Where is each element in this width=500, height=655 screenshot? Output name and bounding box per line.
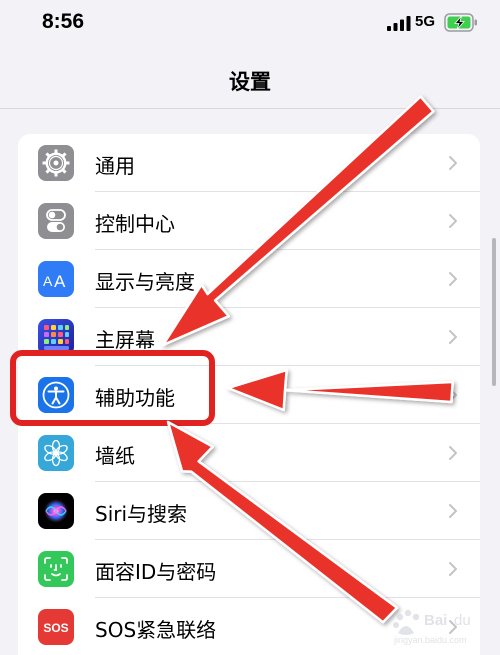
- toggle-icon: [38, 203, 74, 239]
- siri-icon: [38, 493, 74, 529]
- settings-row-wallpaper[interactable]: 墙纸: [18, 424, 480, 482]
- chevron-right-icon: [449, 156, 457, 170]
- settings-row-label: 主屏幕: [95, 328, 155, 352]
- cellular-signal-icon: [387, 16, 411, 31]
- status-bar: 8:56 5G: [0, 0, 500, 50]
- highlight-box: [10, 350, 215, 426]
- chevron-right-icon: [449, 272, 457, 286]
- chevron-right-icon: [449, 562, 457, 576]
- text-size-icon: A A: [38, 261, 74, 297]
- svg-text:du: du: [454, 612, 471, 629]
- scrollbar[interactable]: [492, 238, 496, 386]
- settings-row-label: 面容ID与密码: [95, 560, 217, 584]
- settings-row-label: 墙纸: [95, 444, 135, 468]
- gear-icon: [38, 145, 74, 181]
- settings-row-label: 通用: [95, 154, 135, 178]
- face-id-icon: [38, 551, 74, 587]
- sos-icon-text: SOS: [43, 621, 68, 635]
- svg-text:A: A: [43, 273, 53, 289]
- flower-icon: [38, 435, 74, 471]
- settings-row-siri-search[interactable]: Siri与搜索: [18, 482, 480, 540]
- svg-text:A: A: [54, 272, 66, 291]
- svg-text:jingyan.baidu.com: jingyan.baidu.com: [393, 635, 467, 645]
- chevron-right-icon: [449, 446, 457, 460]
- settings-row-display-brightness[interactable]: A A 显示与亮度: [18, 250, 480, 308]
- settings-screen: 8:56 5G 设置 通用 控制中心 A A 显示与亮度 主屏幕 辅助功能 墙纸…: [0, 0, 500, 655]
- svg-text:Bai: Bai: [424, 612, 447, 629]
- settings-row-label: Siri与搜索: [95, 502, 188, 526]
- navigation-bar: 设置: [0, 50, 500, 109]
- page-title: 设置: [229, 70, 271, 94]
- settings-row-label: 显示与亮度: [95, 270, 195, 294]
- settings-row-label: SOS紧急联络: [95, 618, 217, 642]
- status-time: 8:56: [42, 10, 85, 33]
- battery-charging-icon: [444, 13, 477, 32]
- settings-row-general[interactable]: 通用: [18, 134, 480, 192]
- baidu-jingyan-watermark: Bai du jingyan.baidu.com: [393, 609, 471, 645]
- network-type-label: 5G: [415, 13, 436, 30]
- chevron-right-icon: [449, 504, 457, 518]
- sos-icon: SOS: [38, 609, 74, 645]
- chevron-right-icon: [449, 214, 457, 228]
- settings-row-face-id-passcode[interactable]: 面容ID与密码: [18, 540, 480, 598]
- settings-row-label: 控制中心: [95, 212, 175, 236]
- chevron-right-icon: [449, 330, 457, 344]
- settings-row-control-center[interactable]: 控制中心: [18, 192, 480, 250]
- chevron-right-icon: [449, 388, 457, 402]
